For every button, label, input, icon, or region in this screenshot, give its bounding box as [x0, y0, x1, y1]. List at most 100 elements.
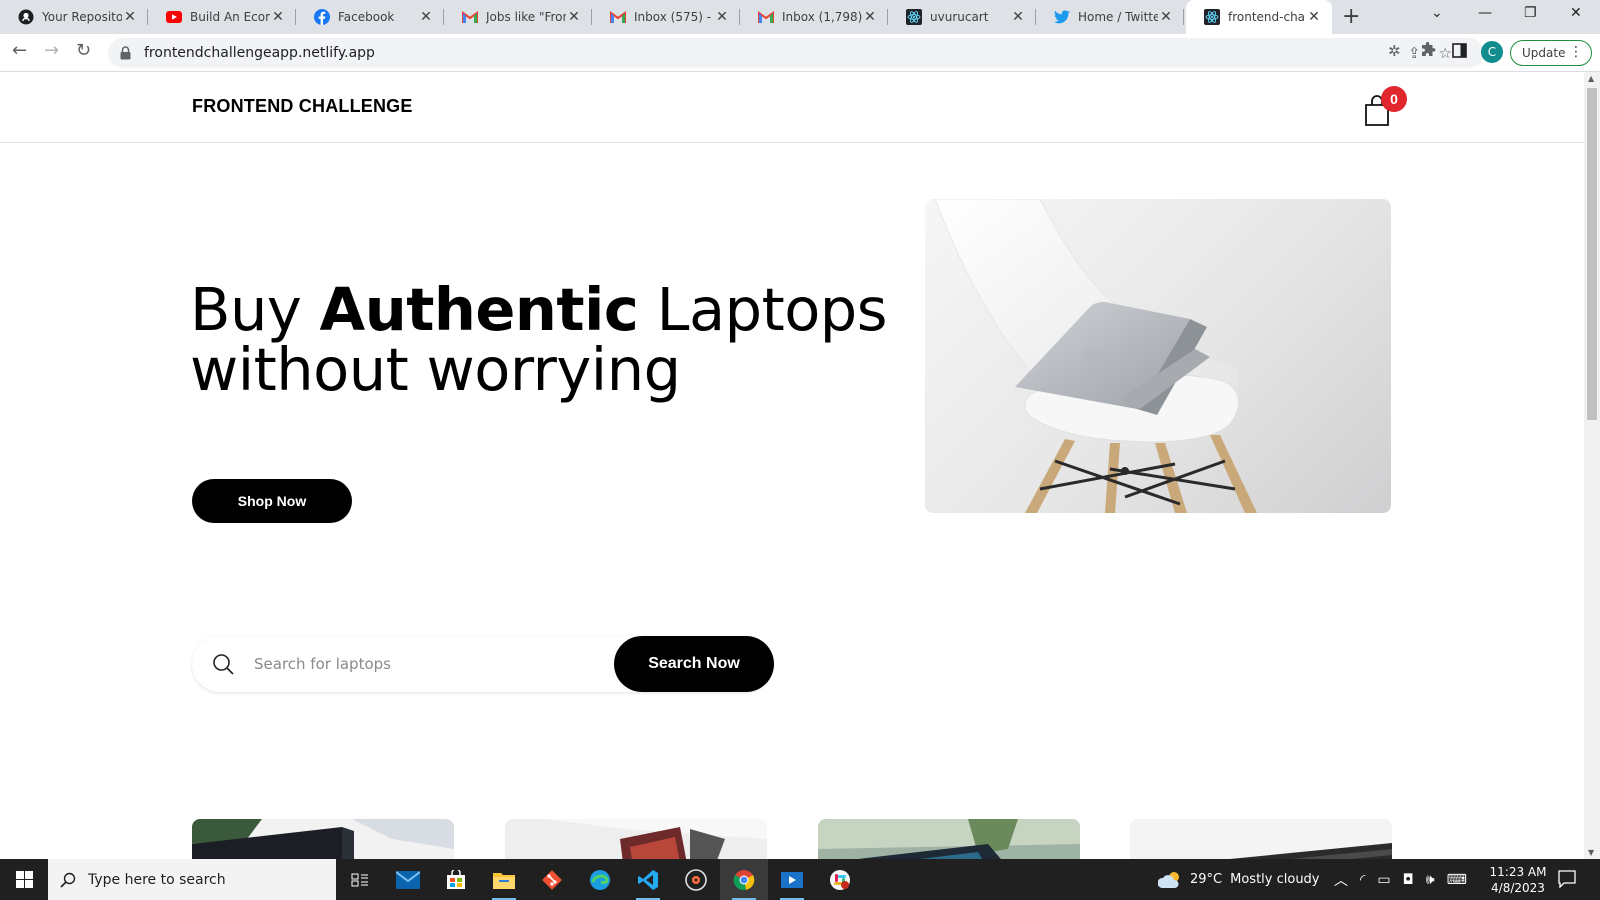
slack-app-icon[interactable]	[816, 859, 864, 900]
search-icon	[60, 872, 76, 888]
git-app-icon[interactable]	[528, 859, 576, 900]
clock-date: 4/8/2023	[1491, 881, 1545, 895]
search-input[interactable]	[254, 650, 594, 678]
vscode-icon[interactable]	[624, 859, 672, 900]
browser-tab[interactable]: Jobs like "Front ✕	[444, 0, 592, 34]
react-icon	[1204, 9, 1220, 25]
shop-now-button[interactable]: Shop Now	[192, 479, 352, 523]
cart-button[interactable]: 0	[1364, 86, 1418, 137]
twitter-icon	[1054, 9, 1070, 25]
cloudy-weather-icon	[1158, 871, 1179, 888]
tab-title: Build An Ecomm	[190, 10, 270, 24]
product-card[interactable]	[505, 819, 767, 859]
browser-tab[interactable]: Inbox (1,798) - ✕	[740, 0, 888, 34]
side-panel-icon[interactable]	[1452, 42, 1467, 63]
meet-now-icon[interactable]: ◘	[1403, 872, 1414, 888]
chrome-icon[interactable]	[720, 859, 768, 900]
file-explorer-icon[interactable]	[480, 859, 528, 900]
show-hidden-icons-chevron-icon[interactable]: ︿	[1334, 870, 1348, 890]
extensions-puzzle-icon[interactable]	[1420, 41, 1436, 63]
back-arrow-icon[interactable]: ←	[12, 40, 27, 61]
close-icon[interactable]: ✕	[1306, 9, 1322, 25]
page-viewport: FRONTEND CHALLENGE 0 Buy Authentic Lapto…	[0, 72, 1584, 859]
close-icon[interactable]: ✕	[270, 9, 286, 25]
minimize-button[interactable]: —	[1478, 5, 1492, 21]
windows-taskbar: Type here to search 29°C Mostly cloudy ︿…	[0, 859, 1600, 900]
reload-icon[interactable]: ↻	[76, 40, 91, 61]
profile-avatar[interactable]: C	[1481, 41, 1503, 63]
address-bar[interactable]: frontendchallengeapp.netlify.app ⇪ ☆	[108, 38, 1484, 68]
browser-tab[interactable]: uvurucart ✕	[888, 0, 1036, 34]
close-icon[interactable]: ✕	[566, 9, 582, 25]
facebook-icon	[314, 9, 330, 25]
tab-search-icon[interactable]: ⌄	[1431, 5, 1443, 21]
keyboard-icon[interactable]: ⌨	[1447, 872, 1467, 888]
browser-tab[interactable]: Build An Ecomm ✕	[148, 0, 296, 34]
obs-app-icon[interactable]	[672, 859, 720, 900]
site-header: FRONTEND CHALLENGE 0	[0, 72, 1584, 143]
product-card[interactable]	[1130, 819, 1392, 859]
volume-icon[interactable]: 🕪	[1426, 872, 1435, 888]
browser-tab[interactable]: Facebook ✕	[296, 0, 444, 34]
github-icon	[18, 9, 34, 25]
extension-bug-icon[interactable]: ✲	[1388, 42, 1401, 60]
browser-tab-active[interactable]: frontend-challe ✕	[1186, 0, 1332, 34]
scroll-down-arrow-icon[interactable]: ▼	[1588, 848, 1594, 857]
weather-widget[interactable]: 29°C Mostly cloudy	[1158, 859, 1320, 900]
browser-tab-bar: Your Repositori ✕ Build An Ecomm ✕ Faceb…	[0, 0, 1600, 34]
hero-text-part: Buy	[190, 275, 320, 344]
scroll-up-arrow-icon[interactable]: ▲	[1588, 74, 1594, 83]
react-icon	[906, 9, 922, 25]
battery-icon[interactable]: ▭	[1377, 872, 1390, 888]
page-scrollbar[interactable]: ▲ ▼	[1584, 72, 1600, 859]
search-now-button[interactable]: Search Now	[614, 636, 774, 692]
search-bar: Search Now	[192, 636, 774, 692]
taskbar-search-placeholder: Type here to search	[88, 871, 226, 888]
browser-tab[interactable]: Inbox (575) - st ✕	[592, 0, 740, 34]
browser-tab[interactable]: Home / Twitter ✕	[1036, 0, 1184, 34]
close-icon[interactable]: ✕	[1158, 9, 1174, 25]
task-view-icon[interactable]	[336, 859, 384, 900]
microsoft-store-icon[interactable]	[432, 859, 480, 900]
update-button[interactable]: Update ⋮	[1510, 40, 1592, 66]
browser-tab[interactable]: Your Repositori ✕	[0, 0, 148, 34]
product-card[interactable]	[192, 819, 454, 859]
product-image	[818, 819, 1080, 859]
edge-browser-icon[interactable]	[576, 859, 624, 900]
menu-dots-icon[interactable]: ⋮	[1569, 44, 1583, 60]
tab-title: frontend-challe	[1228, 10, 1306, 24]
windows-start-button[interactable]	[0, 859, 48, 900]
close-icon[interactable]: ✕	[1010, 9, 1026, 25]
scrollbar-thumb[interactable]	[1587, 88, 1597, 420]
notification-center-icon[interactable]	[1558, 870, 1576, 892]
update-label: Update	[1522, 46, 1566, 60]
taskbar-clock[interactable]: 11:23 AM 4/8/2023	[1488, 864, 1548, 896]
gmail-icon	[610, 9, 626, 25]
media-player-icon[interactable]	[768, 859, 816, 900]
close-icon[interactable]: ✕	[714, 9, 730, 25]
new-tab-button[interactable]: +	[1342, 4, 1360, 29]
tab-title: Inbox (575) - st	[634, 10, 714, 24]
network-icon[interactable]: ◜	[1360, 872, 1365, 888]
close-window-button[interactable]: ✕	[1570, 5, 1582, 21]
site-logo[interactable]: FRONTEND CHALLENGE	[192, 96, 413, 117]
cart-count-badge: 0	[1381, 86, 1407, 112]
product-image	[192, 819, 454, 859]
mail-app-icon[interactable]	[384, 859, 432, 900]
product-card[interactable]	[818, 819, 1080, 859]
tab-title: Inbox (1,798) -	[782, 10, 862, 24]
restore-button[interactable]: ❐	[1524, 5, 1537, 21]
close-icon[interactable]: ✕	[418, 9, 434, 25]
share-icon[interactable]: ⇪	[1408, 44, 1421, 62]
browser-toolbar: ← → ↻ frontendchallengeapp.netlify.app ⇪…	[0, 34, 1600, 72]
close-icon[interactable]: ✕	[122, 9, 138, 25]
product-image	[1130, 819, 1392, 859]
close-icon[interactable]: ✕	[862, 9, 878, 25]
gmail-icon	[758, 9, 774, 25]
hero-heading: Buy Authentic Laptops without worrying	[190, 280, 887, 400]
youtube-icon	[166, 9, 182, 25]
forward-arrow-icon[interactable]: →	[44, 40, 59, 61]
search-icon	[213, 654, 234, 675]
bookmark-star-icon[interactable]: ☆	[1439, 44, 1452, 62]
taskbar-search-box[interactable]: Type here to search	[48, 859, 336, 900]
